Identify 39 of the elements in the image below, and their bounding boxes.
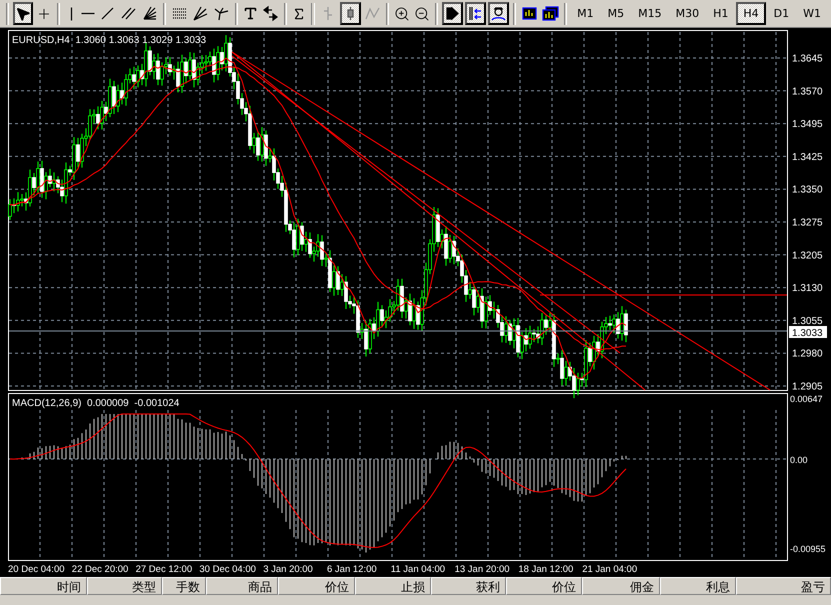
time-label: 13 Jan 20:00 — [454, 564, 510, 575]
column-header[interactable]: 止损 — [355, 577, 431, 595]
column-header[interactable]: 盈亏 — [736, 577, 831, 595]
price-label: 1.3275 — [792, 218, 823, 228]
time-label: 22 Dec 20:00 — [72, 564, 128, 575]
price-label: 1.3495 — [792, 119, 823, 130]
price-label: 1.2905 — [792, 382, 823, 392]
current-price-tag: 1.3033 — [789, 326, 827, 339]
column-header[interactable]: 类型 — [87, 577, 162, 595]
column-header[interactable]: 手数 — [162, 577, 206, 595]
price-label: 1.3350 — [792, 184, 823, 196]
column-header[interactable]: 利息 — [660, 577, 736, 595]
column-header[interactable]: 商品 — [206, 577, 278, 595]
macd-level-label: -0.00955 — [790, 544, 826, 554]
price-label: 1.2980 — [792, 348, 823, 360]
price-label: 1.3055 — [792, 316, 823, 327]
time-label: 20 Dec 04:00 — [8, 564, 65, 575]
macd-level-label: 0.00 — [790, 455, 808, 465]
column-header[interactable]: 价位 — [278, 577, 355, 595]
symbol-info: EURUSD,H4 1.3060 1.3063 1.3029 1.3033 — [12, 35, 206, 46]
column-header[interactable]: 佣金 — [582, 577, 660, 595]
time-label: 21 Jan 04:00 — [582, 564, 638, 575]
price-label: 1.3570 — [792, 86, 823, 98]
time-label: 18 Jan 12:00 — [518, 564, 574, 575]
price-label: 1.3425 — [792, 152, 823, 163]
price-label: 1.3205 — [792, 250, 823, 262]
time-label: 3 Jan 20:00 — [263, 564, 313, 575]
time-label: 30 Dec 04:00 — [199, 564, 256, 575]
time-label: 6 Jan 12:00 — [327, 564, 377, 575]
time-label: 27 Dec 12:00 — [136, 564, 192, 575]
price-label: 1.3130 — [792, 283, 823, 294]
macd-info: MACD(12,26,9) 0.000009 -0.001024 — [12, 398, 180, 409]
macd-level-label: 0.00647 — [790, 394, 823, 404]
time-label: 11 Jan 04:00 — [390, 564, 446, 575]
timeframe-button[interactable]: H4 — [736, 2, 766, 25]
price-label: 1.3645 — [792, 54, 823, 64]
column-header[interactable]: 获利 — [431, 577, 506, 595]
column-header[interactable]: 时间 — [0, 577, 87, 595]
column-header[interactable]: 价位 — [506, 577, 582, 595]
